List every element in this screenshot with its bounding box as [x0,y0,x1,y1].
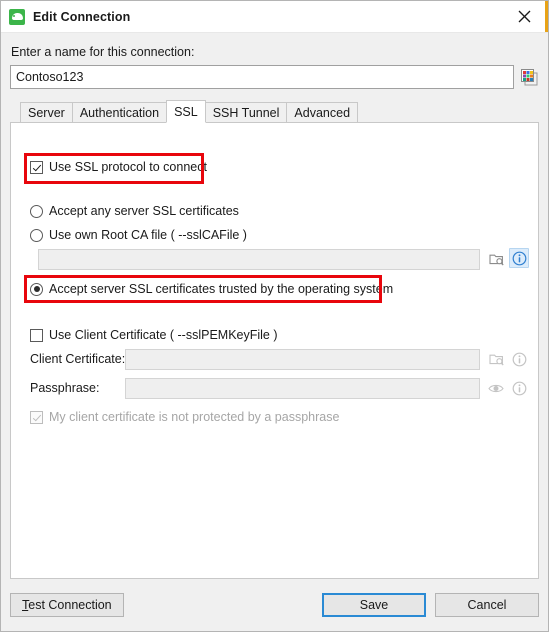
os-trusted-cert-radio[interactable] [30,282,43,296]
client-certificate-info-icon[interactable] [509,349,529,369]
client-certificate-input[interactable] [125,349,480,370]
tab-server[interactable]: Server [20,102,73,123]
own-root-ca-radio[interactable] [30,228,43,242]
connection-name-row [10,65,539,89]
client-certificate-folder-browse-icon[interactable] [486,349,506,369]
database-app-icon [9,8,25,25]
no-passphrase-checkbox-row: My client certificate is not protected b… [30,410,339,424]
root-ca-file-input[interactable] [38,249,480,270]
os-trusted-cert-radio-row[interactable]: Accept server SSL certificates trusted b… [30,282,393,296]
use-ssl-label: Use SSL protocol to connect [49,160,207,174]
use-client-certificate-label: Use Client Certificate ( --sslPEMKeyFile… [49,328,278,342]
use-ssl-checkbox-row[interactable]: Use SSL protocol to connect [30,160,207,174]
accept-any-cert-radio[interactable] [30,204,43,218]
use-client-certificate-checkbox[interactable] [30,328,43,342]
os-trusted-cert-label: Accept server SSL certificates trusted b… [49,282,394,296]
connection-name-label: Enter a name for this connection: [11,45,195,59]
tab-ssl[interactable]: SSL [166,100,206,123]
own-root-ca-label: Use own Root CA file ( --sslCAFile ) [49,228,247,242]
own-root-ca-radio-row[interactable]: Use own Root CA file ( --sslCAFile ) [30,228,247,242]
save-button[interactable]: Save [322,593,426,617]
edit-connection-dialog: Edit Connection Enter a name for this co… [0,0,549,632]
passphrase-eye-icon[interactable] [486,378,506,398]
client-certificate-field-label: Client Certificate: [30,352,126,366]
no-passphrase-checkbox [30,410,43,424]
cancel-button[interactable]: Cancel [435,593,539,617]
tab-authentication[interactable]: Authentication [71,102,168,123]
no-passphrase-label: My client certificate is not protected b… [49,410,340,424]
passphrase-info-icon[interactable] [509,378,529,398]
close-icon[interactable] [509,1,539,32]
tab-ssh-tunnel[interactable]: SSH Tunnel [204,102,288,123]
tab-advanced[interactable]: Advanced [286,102,359,123]
dialog-body: Enter a name for this connection: Contos… [1,33,548,579]
test-connection-label-rest: est Connection [28,598,112,612]
window-title: Edit Connection [33,9,131,24]
passphrase-input[interactable] [125,378,480,399]
ssl-tab-panel: Use SSL protocol to connect Accept any s… [10,122,539,579]
root-ca-info-icon[interactable] [509,248,529,268]
color-palette-icon[interactable] [520,68,539,87]
title-bar: Edit Connection [1,1,548,33]
dialog-footer: Test Connection Save Cancel [1,579,548,631]
test-connection-button[interactable]: Test Connection [10,593,124,617]
connection-name-input[interactable] [10,65,514,89]
window-accent-stripe [545,1,548,32]
accept-any-cert-radio-row[interactable]: Accept any server SSL certificates [30,204,239,218]
root-ca-folder-browse-icon[interactable] [486,249,506,269]
use-ssl-checkbox[interactable] [30,160,43,174]
passphrase-field-label: Passphrase: [30,381,100,395]
use-client-certificate-row[interactable]: Use Client Certificate ( --sslPEMKeyFile… [30,328,278,342]
accept-any-cert-label: Accept any server SSL certificates [49,204,239,218]
tab-strip: Server Authentication SSL SSH Tunnel Adv… [10,100,539,123]
